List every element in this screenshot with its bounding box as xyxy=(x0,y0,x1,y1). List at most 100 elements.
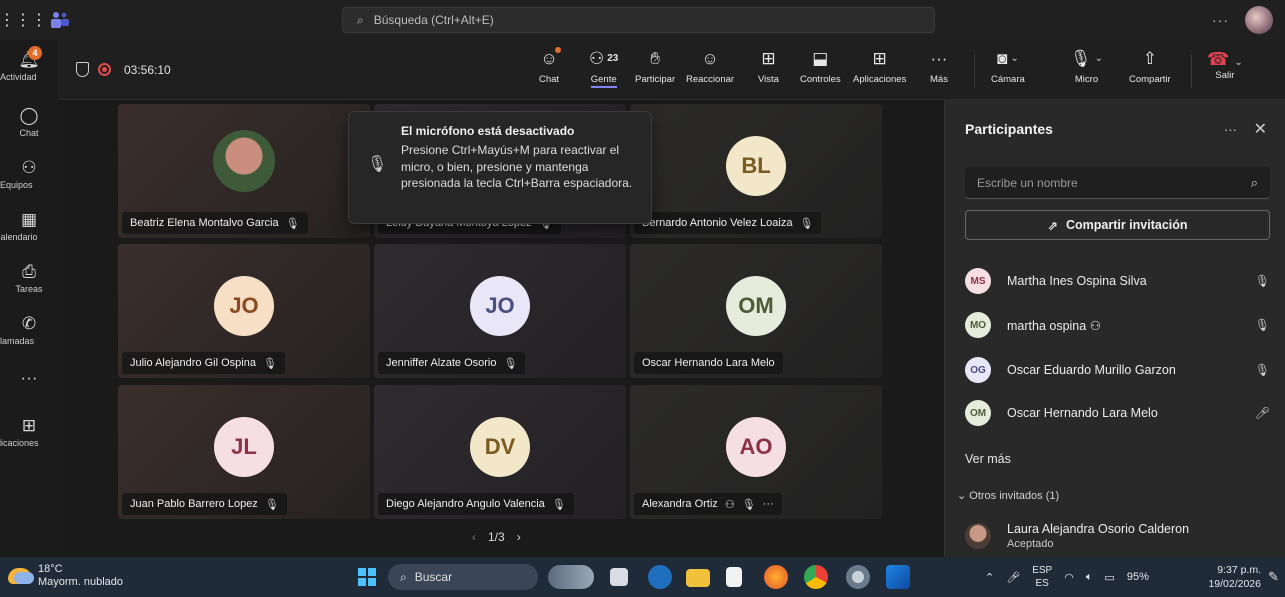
rail-item-calendar[interactable]: ▦ Calendario xyxy=(0,210,58,242)
activity-badge: 4 xyxy=(28,46,42,60)
participant-search-input[interactable]: Escribe un nombre ⌕ xyxy=(965,167,1270,199)
video-tile[interactable]: JL Juan Pablo Barrero Lopez 🎙︎ xyxy=(118,385,370,519)
participant-row[interactable]: MS Martha Ines Ospina Silva 🎙︎ xyxy=(965,266,1270,296)
windows-start-icon[interactable] xyxy=(358,568,376,586)
document-icon[interactable] xyxy=(726,567,742,587)
more-horizontal-icon[interactable]: ··· xyxy=(763,498,774,510)
firefox-icon[interactable] xyxy=(764,565,788,589)
mic-icon[interactable]: 🎤︎ xyxy=(1006,571,1020,584)
controls-button[interactable]: ⬓ Controles xyxy=(800,48,841,85)
add-apps-icon: ⊞ xyxy=(21,416,37,435)
camera-button[interactable]: ◙ ⌄ Cámara xyxy=(991,48,1025,85)
rail-item-tasks[interactable]: ⎙ Tareas xyxy=(0,262,58,294)
user-avatar[interactable] xyxy=(1245,6,1273,34)
chevron-down-icon[interactable]: ⌄ xyxy=(1095,48,1103,70)
teams-logo-icon[interactable] xyxy=(46,0,74,40)
video-tile[interactable]: Beatriz Elena Montalvo Garcia 🎙︎ xyxy=(118,104,370,238)
rail-item-activity[interactable]: 🔔︎ 4 Actividad xyxy=(0,46,58,82)
mic-off-icon: 🎙︎ xyxy=(741,498,756,511)
chevron-down-icon[interactable]: ⌄ xyxy=(1234,57,1242,68)
meeting-timer: 03:56:10 xyxy=(124,63,171,77)
rail-item-calls[interactable]: ✆ Llamadas xyxy=(0,314,58,346)
participant-avatar: OM xyxy=(726,276,786,336)
chat-bubble-icon: ☺ xyxy=(540,47,561,70)
more-options-icon[interactable]: ··· xyxy=(1212,12,1229,28)
video-tile[interactable]: AO Alexandra Ortiz ⚇ 🎙︎ ··· xyxy=(630,385,882,519)
participant-row[interactable]: OG Oscar Eduardo Murillo Garzon 🎙︎ xyxy=(965,355,1270,385)
mic-on-icon: 🎤︎ xyxy=(1254,406,1270,420)
task-view-icon[interactable] xyxy=(610,568,628,586)
rail-item-teams[interactable]: ⚇ Equipos xyxy=(0,158,58,190)
participant-row[interactable]: MO martha ospina ⚇ 🎙︎ xyxy=(965,310,1270,340)
mic-off-icon: 🎙︎ xyxy=(367,156,388,173)
mic-off-icon: 🎙︎ xyxy=(551,498,566,511)
app-rail: 🔔︎ 4 Actividad ◯ Chat ⚇ Equipos ▦ Calend… xyxy=(0,40,58,557)
mic-off-icon: 🎙︎ xyxy=(503,357,518,370)
chrome-icon[interactable] xyxy=(804,565,828,589)
global-search-input[interactable]: ⌕ Búsqueda (Ctrl+Alt+E) xyxy=(342,7,935,33)
chat-button[interactable]: ☺ Chat xyxy=(539,47,561,85)
participant-row[interactable]: OM Oscar Hernando Lara Melo 🎤︎ xyxy=(965,398,1270,428)
share-invite-button[interactable]: ⇗ Compartir invitación xyxy=(965,210,1270,240)
participant-avatar: JO xyxy=(470,276,530,336)
chevron-right-icon[interactable]: › xyxy=(517,530,521,544)
video-tile[interactable]: JO Julio Alejandro Gil Ospina 🎙︎ xyxy=(118,244,370,378)
video-tile[interactable]: JO Jenniffer Alzate Osorio 🎙︎ xyxy=(374,244,626,378)
tile-nameplate: Jenniffer Alzate Osorio 🎙︎ xyxy=(378,352,526,374)
folder-icon[interactable] xyxy=(686,569,710,587)
word-app-icon[interactable] xyxy=(886,565,910,589)
participant-name: martha ospina ⚇ xyxy=(1007,318,1101,333)
invited-row[interactable]: Laura Alejandra Osorio Calderon Aceptado xyxy=(965,522,1189,550)
mic-off-icon: 🎙︎ xyxy=(799,217,814,230)
video-tile[interactable]: DV Diego Alejandro Angulo Valencia 🎙︎ xyxy=(374,385,626,519)
weather-widget[interactable]: 18°C Mayorm. nublado xyxy=(8,563,123,589)
people-button[interactable]: ⚇ 23 Gente xyxy=(589,48,618,88)
calendar-icon: ▦ xyxy=(20,210,38,229)
mic-off-icon: 🎙︎ xyxy=(285,217,300,230)
tile-nameplate: Beatriz Elena Montalvo Garcia 🎙︎ xyxy=(122,212,308,234)
leave-button[interactable]: ☎︎ ⌄ Salir xyxy=(1207,48,1243,81)
invited-avatar xyxy=(965,523,991,549)
search-placeholder: Búsqueda (Ctrl+Alt+E) xyxy=(373,13,494,27)
meeting-toolbar: 03:56:10 ☺ Chat ⚇ 23 Gente ✋︎ Participar … xyxy=(58,40,1285,100)
phone-icon: ✆ xyxy=(21,314,37,333)
language-indicator[interactable]: ESP ES xyxy=(1032,564,1052,590)
react-button[interactable]: ☺ Reaccionar xyxy=(686,48,734,85)
mic-off-icon: 🎙︎ xyxy=(264,498,279,511)
more-button[interactable]: ··· Más xyxy=(930,48,948,85)
settings-gear-icon[interactable] xyxy=(846,565,870,589)
toolbar-divider xyxy=(974,54,975,88)
taskbar-search[interactable]: ⌕ Buscar xyxy=(388,564,538,590)
close-icon[interactable]: ✕ xyxy=(1254,119,1267,139)
volume-icon[interactable]: 🔈︎ xyxy=(1086,571,1093,584)
widget-app-icon[interactable] xyxy=(548,565,594,589)
notification-icon[interactable]: ✎ xyxy=(1268,569,1279,585)
wifi-icon[interactable]: ◠ xyxy=(1064,571,1074,584)
chevron-up-icon[interactable]: ⌃ xyxy=(985,571,994,584)
rail-item-chat[interactable]: ◯ Chat xyxy=(0,106,58,138)
smiley-icon: ☺ xyxy=(701,49,719,68)
raise-hand-button[interactable]: ✋︎ Participar xyxy=(635,48,675,85)
view-button[interactable]: ⊞ Vista xyxy=(758,48,779,85)
rail-item-more[interactable]: ··· xyxy=(0,368,58,388)
apps-button[interactable]: ⊞ Aplicaciones xyxy=(853,48,906,85)
chevron-down-icon[interactable]: ⌄ xyxy=(1010,48,1018,70)
hp-icon[interactable] xyxy=(648,565,672,589)
see-more-link[interactable]: Ver más xyxy=(965,452,1011,466)
recording-icon[interactable] xyxy=(98,63,111,76)
share-button[interactable]: ⇧ Compartir xyxy=(1129,48,1171,85)
rail-item-apps[interactable]: ⊞ Aplicaciones xyxy=(0,416,58,448)
gallery-pager: ‹ 1/3 › xyxy=(472,530,521,544)
video-tile[interactable]: OM Oscar Hernando Lara Melo xyxy=(630,244,882,378)
chevron-left-icon[interactable]: ‹ xyxy=(472,530,476,544)
app-launcher-icon[interactable]: ⋮⋮⋮ xyxy=(0,0,47,40)
mic-off-icon: 🎙︎ xyxy=(1254,274,1270,288)
mic-button[interactable]: 🎙︎ ⌄ Micro xyxy=(1070,48,1103,85)
battery-icon[interactable]: ▭ xyxy=(1104,571,1114,584)
video-tile[interactable]: BL Bernardo Antonio Velez Loaiza 🎙︎ xyxy=(630,104,882,238)
tile-nameplate: Juan Pablo Barrero Lopez 🎙︎ xyxy=(122,493,287,515)
battery-percent: 95% xyxy=(1126,571,1149,583)
clock[interactable]: 9:37 p.m. 19/02/2026 xyxy=(1208,563,1261,591)
other-invited-toggle[interactable]: ⌄ Otros invitados (1) xyxy=(957,489,1059,502)
more-horizontal-icon[interactable]: ··· xyxy=(1224,122,1237,137)
